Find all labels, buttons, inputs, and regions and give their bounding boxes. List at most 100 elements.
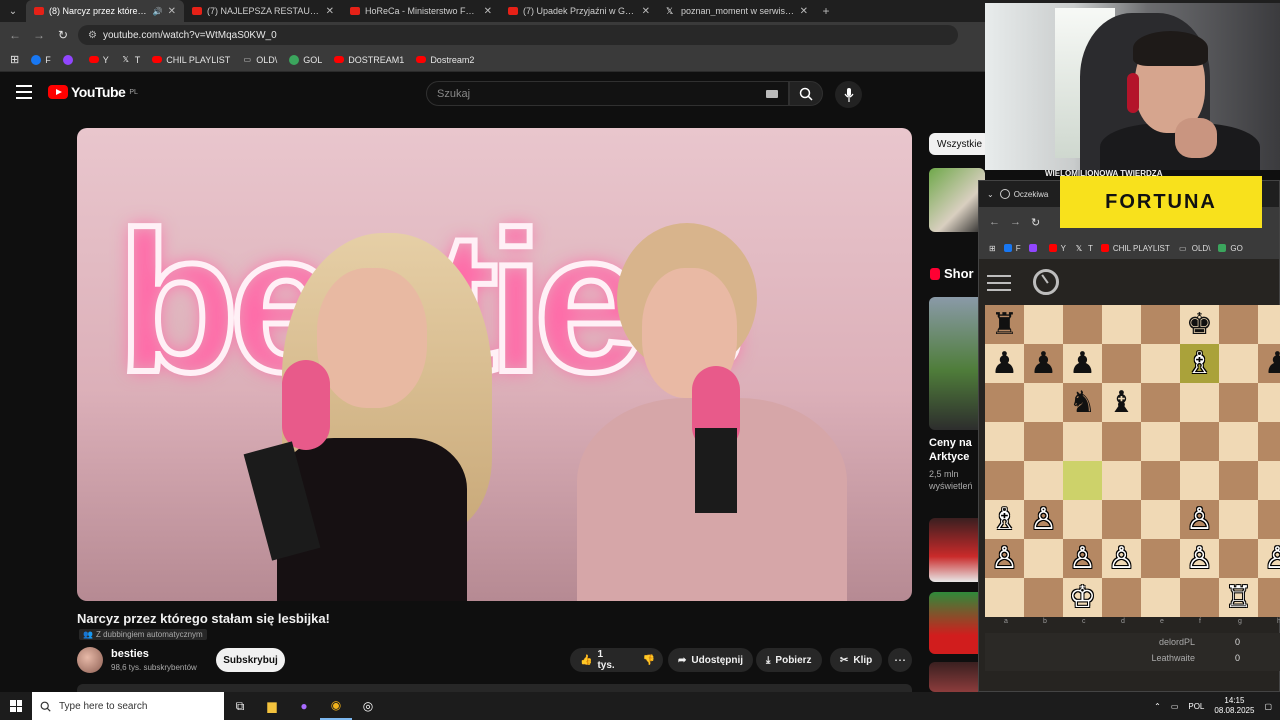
board-square-b1[interactable] bbox=[1024, 578, 1063, 617]
board-square-a2[interactable]: ♙ bbox=[985, 539, 1024, 578]
chevron-up-icon[interactable]: ⌃ bbox=[1154, 702, 1161, 711]
board-square-g6[interactable] bbox=[1219, 383, 1258, 422]
board-square-g1[interactable]: ♖ bbox=[1219, 578, 1258, 617]
chess-piece[interactable]: ♙ bbox=[1186, 504, 1213, 535]
tab-search-button[interactable]: ⌄ bbox=[0, 0, 26, 22]
board-square-h3[interactable] bbox=[1258, 500, 1280, 539]
chess-piece[interactable]: ♟ bbox=[1264, 348, 1280, 379]
notification-icon[interactable]: ▢ bbox=[1264, 702, 1272, 711]
board-square-f4[interactable] bbox=[1180, 461, 1219, 500]
board-square-c8[interactable] bbox=[1063, 305, 1102, 344]
subscribe-button[interactable]: Subskrybuj bbox=[216, 648, 285, 672]
chess-piece[interactable]: ♔ bbox=[1069, 582, 1096, 613]
player-name[interactable]: delordPL bbox=[1159, 637, 1195, 647]
board-square-g2[interactable] bbox=[1219, 539, 1258, 578]
board-square-c1[interactable]: ♔ bbox=[1063, 578, 1102, 617]
bookmark-item[interactable]: Y bbox=[1048, 243, 1066, 253]
chess-piece[interactable]: ♗ bbox=[1186, 348, 1213, 379]
board-square-e5[interactable] bbox=[1141, 422, 1180, 461]
search-input[interactable]: Szukaj bbox=[426, 81, 789, 106]
board-square-g7[interactable] bbox=[1219, 344, 1258, 383]
short-thumbnail-4[interactable] bbox=[929, 662, 985, 692]
player-name[interactable]: Leathwaite bbox=[1151, 653, 1195, 663]
board-square-c6[interactable]: ♞ bbox=[1063, 383, 1102, 422]
board-square-a7[interactable]: ♟ bbox=[985, 344, 1024, 383]
browser-tab[interactable]: (7) NAJLEPSZA RESTAURACJA w ✕ bbox=[184, 0, 342, 22]
board-square-f6[interactable] bbox=[1180, 383, 1219, 422]
board-square-e6[interactable] bbox=[1141, 383, 1180, 422]
board-square-b7[interactable]: ♟ bbox=[1024, 344, 1063, 383]
board-square-e8[interactable] bbox=[1141, 305, 1180, 344]
chess-piece[interactable]: ♞ bbox=[1069, 387, 1096, 418]
chess-piece[interactable]: ♚ bbox=[1186, 309, 1213, 340]
chess-piece[interactable]: ♟ bbox=[991, 348, 1018, 379]
taskbar-search-input[interactable]: Type here to search bbox=[32, 692, 224, 720]
close-icon[interactable]: ✕ bbox=[326, 6, 334, 17]
board-square-d4[interactable] bbox=[1102, 461, 1141, 500]
obs-button[interactable]: ◎ bbox=[352, 692, 384, 720]
chevron-down-icon[interactable]: ⌄ bbox=[987, 190, 994, 199]
board-square-e7[interactable] bbox=[1141, 344, 1180, 383]
recommended-video-thumbnail[interactable] bbox=[929, 168, 985, 232]
board-square-e2[interactable] bbox=[1141, 539, 1180, 578]
search-button[interactable] bbox=[789, 81, 823, 106]
lichess-logo-icon[interactable] bbox=[1033, 269, 1059, 295]
close-icon[interactable]: ✕ bbox=[800, 6, 808, 17]
download-button[interactable]: ⤓ Pobierz bbox=[756, 648, 822, 672]
chrome-button[interactable]: ◉ bbox=[320, 692, 352, 720]
short-thumbnail-3[interactable] bbox=[929, 592, 985, 654]
bookmark-item[interactable]: F bbox=[1003, 243, 1021, 253]
board-square-d6[interactable]: ♝ bbox=[1102, 383, 1141, 422]
board-square-g4[interactable] bbox=[1219, 461, 1258, 500]
arrow-right-icon[interactable]: → bbox=[1010, 216, 1021, 228]
board-square-d3[interactable] bbox=[1102, 500, 1141, 539]
taskbar-clock[interactable]: 14:15 08.08.2025 bbox=[1214, 696, 1254, 716]
board-square-h7[interactable]: ♟ bbox=[1258, 344, 1280, 383]
bookmark-item[interactable]: CHIL PLAYLIST bbox=[1100, 243, 1170, 253]
start-button[interactable] bbox=[0, 692, 32, 720]
task-view-button[interactable]: ⧉ bbox=[224, 692, 256, 720]
board-square-a5[interactable] bbox=[985, 422, 1024, 461]
chess-piece[interactable]: ♜ bbox=[991, 309, 1018, 340]
voice-search-button[interactable] bbox=[835, 81, 862, 108]
board-square-b5[interactable] bbox=[1024, 422, 1063, 461]
filter-chip-all[interactable]: Wszystkie bbox=[929, 133, 990, 155]
board-square-h6[interactable] bbox=[1258, 383, 1280, 422]
bookmark-item[interactable]: CHIL PLAYLIST bbox=[152, 55, 230, 65]
site-info-icon[interactable]: ⚙ bbox=[88, 30, 97, 41]
short-thumbnail[interactable] bbox=[929, 297, 985, 430]
bookmark-item[interactable]: DOSTREAM1 bbox=[334, 55, 404, 65]
back-button[interactable]: ← bbox=[6, 26, 24, 44]
chess-piece[interactable]: ♗ bbox=[991, 504, 1018, 535]
apps-grid-icon[interactable]: ⊞ bbox=[10, 53, 19, 66]
bookmark-item[interactable]: 𝕏T bbox=[1074, 243, 1093, 253]
board-square-f7[interactable]: ♗ bbox=[1180, 344, 1219, 383]
forward-button[interactable]: → bbox=[30, 26, 48, 44]
board-square-d5[interactable] bbox=[1102, 422, 1141, 461]
board-square-h8[interactable] bbox=[1258, 305, 1280, 344]
description-box[interactable] bbox=[77, 684, 912, 692]
board-square-g8[interactable] bbox=[1219, 305, 1258, 344]
board-square-h5[interactable] bbox=[1258, 422, 1280, 461]
board-square-b6[interactable] bbox=[1024, 383, 1063, 422]
browser-tab[interactable]: HoReCa - Ministerstwo Fundusz ✕ bbox=[342, 0, 500, 22]
chess-piece[interactable]: ♖ bbox=[1225, 582, 1252, 613]
bookmark-item[interactable]: Y bbox=[88, 55, 109, 65]
chess-piece[interactable]: ♙ bbox=[1108, 543, 1135, 574]
clip-button[interactable]: ✂ Klip bbox=[830, 648, 883, 672]
file-explorer-button[interactable]: ▆ bbox=[256, 692, 288, 720]
reload-button[interactable]: ↻ bbox=[54, 26, 72, 44]
chess-board[interactable]: ♜ ♚ ♟ ♟ ♟ ♗ ♟ ♞ ♝ ♗ ♙ ♙ ♙ ♙ ♙ ♙ ♙ ♔ ♖ bbox=[985, 305, 1280, 617]
reload-icon[interactable]: ↻ bbox=[1031, 216, 1040, 229]
bookmark-item[interactable] bbox=[62, 54, 77, 65]
share-button[interactable]: ➦ Udostępnij bbox=[668, 648, 754, 672]
chess-piece[interactable]: ♙ bbox=[1186, 543, 1213, 574]
bookmark-item[interactable]: F bbox=[31, 54, 51, 65]
dislike-button[interactable]: 👎 bbox=[635, 648, 663, 672]
board-square-a6[interactable] bbox=[985, 383, 1024, 422]
arrow-left-icon[interactable]: ← bbox=[989, 216, 1000, 228]
board-square-d2[interactable]: ♙ bbox=[1102, 539, 1141, 578]
browser-tab[interactable]: (8) Narcyz przez którego st 🔊 ✕ bbox=[26, 0, 184, 22]
keyboard-icon[interactable] bbox=[766, 90, 778, 98]
short-thumbnail-2[interactable] bbox=[929, 518, 985, 582]
